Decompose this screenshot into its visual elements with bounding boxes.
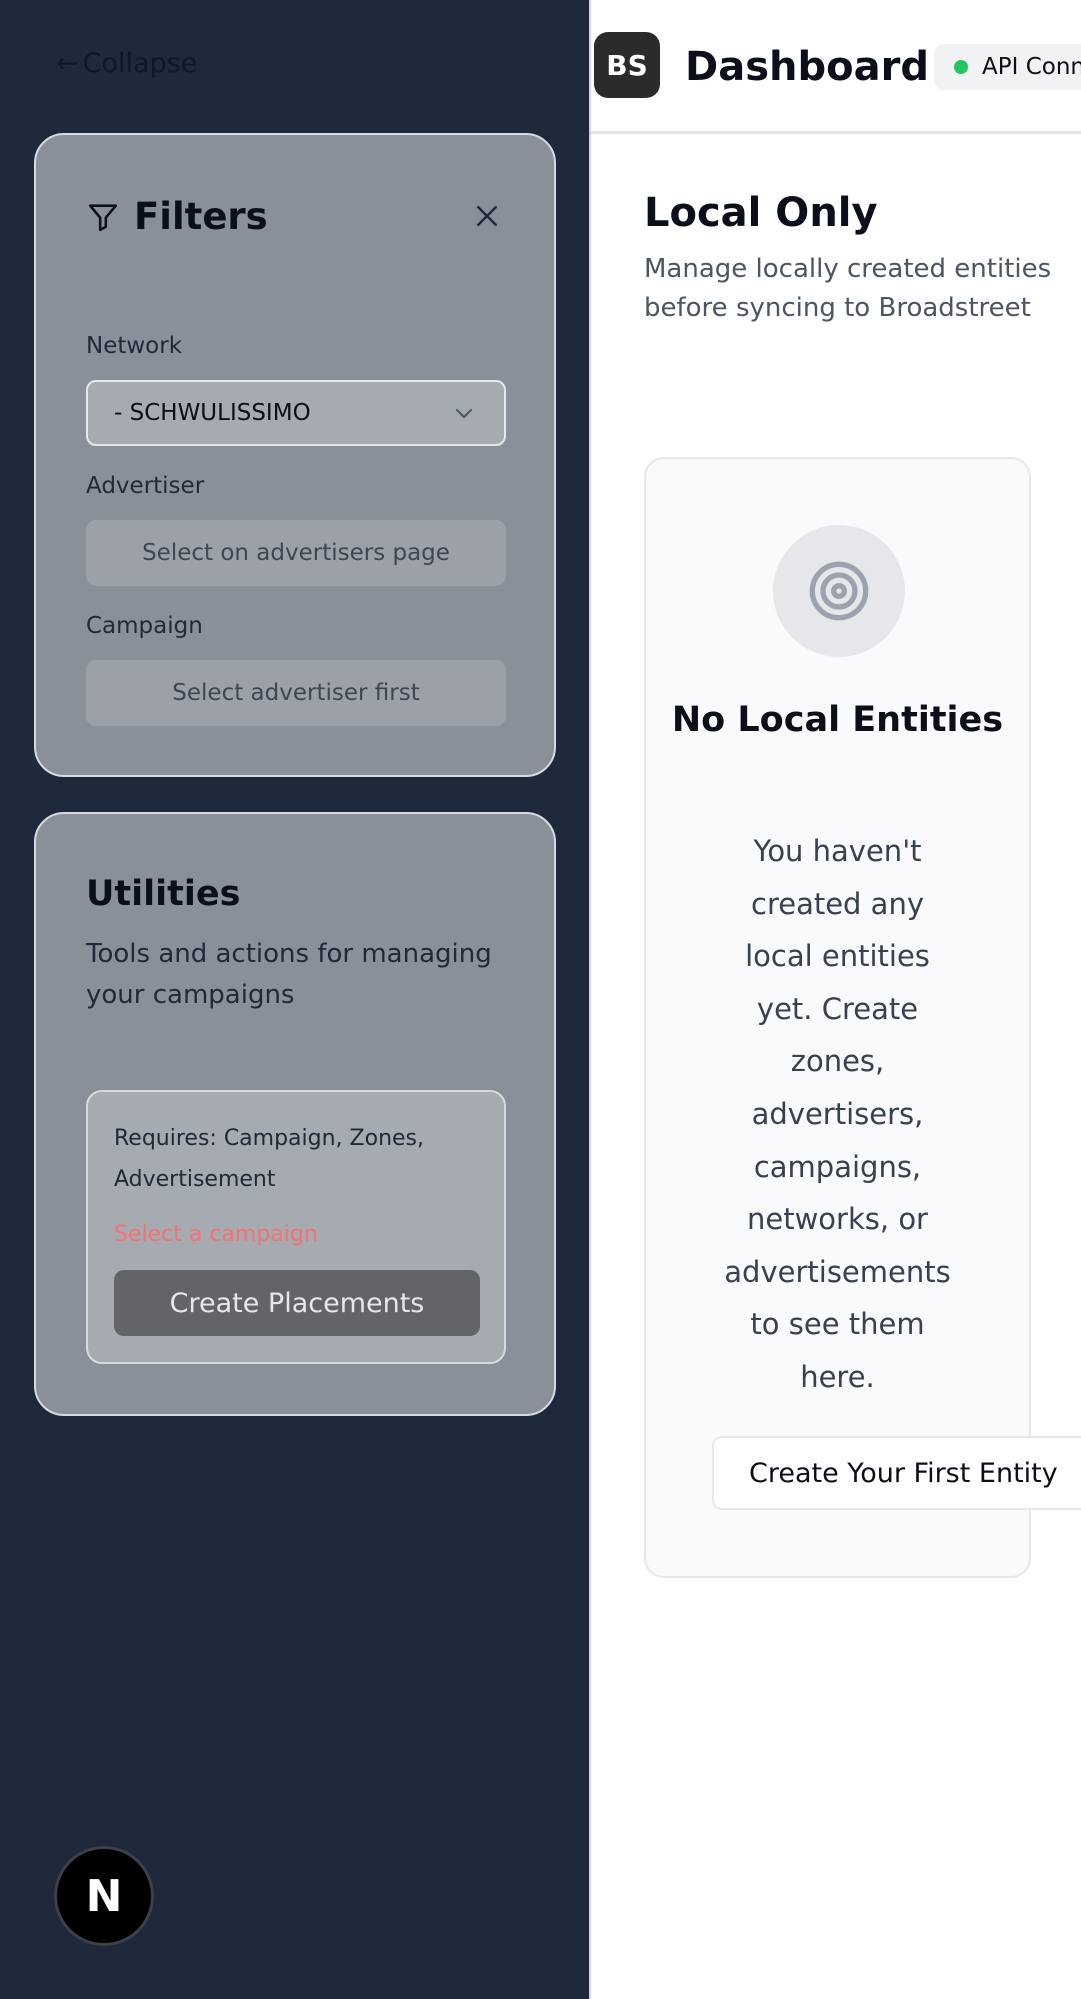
empty-state-title: No Local Entities: [671, 700, 1004, 740]
create-placements-button[interactable]: Create Placements: [114, 1270, 480, 1336]
advertiser-select: Select on advertisers page: [86, 520, 506, 586]
target-icon: [809, 561, 869, 621]
requirements-text: Requires: Campaign, Zones, Advertisement: [114, 1126, 425, 1192]
filters-panel: Filters Network - SCHWULISSIMO Advertise…: [34, 133, 556, 777]
advertiser-label: Advertiser: [86, 473, 205, 499]
create-placements-card: Requires: Campaign, Zones, Advertisement…: [86, 1090, 506, 1364]
top-bar: BS Dashboard API Connected: [591, 0, 1081, 134]
close-filters-button[interactable]: [472, 201, 502, 231]
page-title: Dashboard: [685, 44, 929, 90]
collapse-label: Collapse: [82, 48, 198, 79]
arrow-left-icon: ←: [56, 48, 79, 79]
section-description: Manage locally created entities before s…: [644, 254, 1052, 323]
filters-header: Filters: [86, 195, 268, 238]
chevron-down-icon: [456, 409, 472, 418]
network-label: Network: [86, 333, 183, 359]
api-status-badge: API Connected: [934, 44, 1081, 90]
campaign-label: Campaign: [86, 613, 203, 639]
create-first-entity-button[interactable]: Create Your First Entity: [712, 1436, 1081, 1510]
close-icon: [477, 206, 497, 226]
filter-icon: [88, 203, 118, 231]
section-title: Local Only: [644, 190, 878, 236]
advertiser-placeholder: Select on advertisers page: [142, 540, 450, 566]
status-dot-icon: [954, 60, 968, 74]
empty-state-text: You haven't created any local entities y…: [724, 834, 951, 1394]
sidebar: ← Collapse Filters Network - SCHWULISSIM…: [0, 0, 591, 1999]
avatar[interactable]: BS: [594, 32, 660, 98]
utilities-title: Utilities: [86, 874, 241, 914]
utilities-description: Tools and actions for managing your camp…: [86, 939, 492, 1010]
select-campaign-warning: Select a campaign: [114, 1222, 318, 1247]
target-icon-wrapper: [773, 525, 905, 657]
collapse-button[interactable]: ← Collapse: [56, 48, 197, 79]
campaign-placeholder: Select advertiser first: [172, 680, 420, 706]
nextjs-logo-icon: N: [85, 1870, 123, 1922]
campaign-select: Select advertiser first: [86, 660, 506, 726]
empty-state-card: No Local Entities You haven't created an…: [644, 457, 1031, 1578]
network-select-value: - SCHWULISSIMO: [114, 400, 311, 426]
network-select[interactable]: - SCHWULISSIMO: [86, 380, 506, 446]
utilities-panel: Utilities Tools and actions for managing…: [34, 812, 556, 1416]
nextjs-badge[interactable]: N: [54, 1846, 154, 1946]
api-status-text: API Connected: [982, 54, 1081, 80]
filters-title: Filters: [134, 195, 268, 238]
